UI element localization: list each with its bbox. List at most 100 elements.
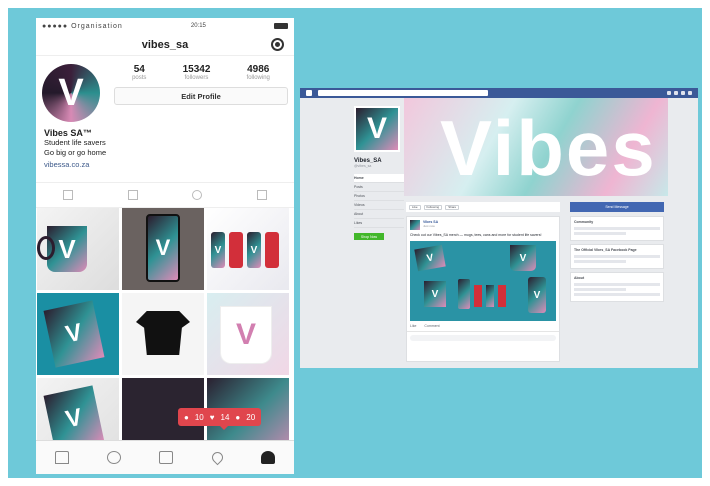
follower-count: 20 [246,412,256,422]
post-actions: Like Comment [407,321,559,332]
tile-letter: V [519,252,527,264]
product-image: V [424,281,446,307]
tile-letter: V [155,235,171,260]
box-title: Community [574,220,594,224]
search-icon[interactable] [107,451,122,464]
can-image: V [211,232,225,268]
product-image: V [414,244,446,272]
messages-icon[interactable] [674,91,678,95]
comment-count: 10 [194,412,204,422]
bio-line: Student life savers [44,138,106,147]
mockup-canvas: ●●●●● Organisation 20:15 vibes_sa V 54 p… [8,8,702,478]
grid-photo-tshirt[interactable] [122,293,204,375]
product-image [458,279,470,309]
placeholder-line [574,260,626,263]
sidebar-item-about[interactable]: About [354,210,404,219]
instagram-phone-screen: ●●●●● Organisation 20:15 vibes_sa V 54 p… [36,18,294,474]
grid-photo-mug[interactable]: V [37,208,119,290]
edit-profile-button[interactable]: Edit Profile [114,87,288,105]
home-icon[interactable] [55,451,70,464]
cover-title: Vibes [440,104,657,192]
can-image: V [247,232,261,268]
list-view-icon[interactable] [127,190,138,200]
status-bar: ●●●●● Organisation 20:15 [36,18,294,34]
sidebar-item-photos[interactable]: Photos [354,192,404,201]
facebook-logo-icon[interactable] [306,90,312,96]
page-profile-picture[interactable]: V [354,106,400,152]
post-header: Vibes SA Just now [407,217,559,233]
product-image [498,285,506,307]
friend-requests-icon[interactable] [667,91,671,95]
share-button[interactable]: Share [445,204,460,210]
tile-letter: V [235,318,256,351]
search-input[interactable] [318,90,488,96]
gear-icon[interactable] [271,38,284,51]
page-sidebar: Vibes_SA @vibes_sa Home Posts Photos Vid… [354,158,404,240]
sidebar-item-posts[interactable]: Posts [354,183,404,192]
post-avatar[interactable] [410,220,420,230]
logo-mark: V [356,108,398,150]
sidebar-item-likes[interactable]: Likes [354,219,404,228]
placeholder-line [574,227,660,230]
profile-summary: V 54 posts 15342 followers 4986 followin… [36,56,294,122]
box-title: The Official Vibes_SA Facebook Page [574,248,637,252]
bottom-navigation [36,440,294,474]
grid-view-icon[interactable] [63,190,74,200]
stats-area: 54 posts 15342 followers 4986 following … [100,64,288,122]
page-action-bar: Like Following Share [406,202,560,212]
avatar-letter: V [58,71,84,114]
battery-icon [273,23,288,29]
profile-username: vibes_sa [141,38,189,51]
shop-now-button[interactable]: Shop Now [354,233,384,240]
box-title: About [574,276,585,280]
post-like-button[interactable]: Like [410,324,416,328]
location-icon[interactable] [192,190,203,200]
comment-input[interactable] [410,335,556,341]
tile-letter: V [214,244,222,256]
heart-icon[interactable] [209,449,225,466]
sidebar-item-home[interactable]: Home [354,174,404,183]
placeholder-line [574,288,626,291]
tile-letter: V [63,318,85,349]
bio-website-link[interactable]: vibessa.co.za [44,160,286,170]
stat-posts[interactable]: 54 posts [132,64,146,81]
top-bar-icons [667,91,692,95]
tagged-icon[interactable] [256,190,267,200]
grid-photo-cup[interactable]: V [207,293,289,375]
stat-followers[interactable]: 15342 followers [183,64,211,81]
send-message-button[interactable]: Send Message [570,202,664,212]
avatar[interactable]: V [42,64,100,122]
grid-photo-cans[interactable]: V V [207,208,289,290]
sidebar-item-videos[interactable]: Videos [354,201,404,210]
like-count: 14 [220,412,230,422]
official-page-box: The Official Vibes_SA Facebook Page [570,244,664,269]
stat-label: posts [132,75,147,81]
camera-icon[interactable] [159,451,174,464]
help-icon[interactable] [688,91,692,95]
activity-notification-badge[interactable]: ● 10 ♥ 14 ● 20 [178,408,262,430]
bio-line: Go big or go home [44,148,107,157]
placeholder-line [574,255,660,258]
post-timestamp: Just now [423,224,435,228]
facebook-top-bar [300,88,698,98]
product-image: V [528,277,546,313]
placeholder-line [574,293,660,296]
cover-photo[interactable]: Vibes [404,98,668,196]
post-image[interactable]: V V V V [410,241,556,321]
grid-photo-card[interactable]: V [37,293,119,375]
page-right-column: Community The Official Vibes_SA Facebook… [570,216,664,305]
notifications-icon[interactable] [681,91,685,95]
profile-icon[interactable] [260,451,275,464]
phone-image: V [146,214,180,282]
like-button[interactable]: Like [409,204,421,210]
bio-name: Vibes SA™ [44,128,92,138]
card-image: V [43,300,105,368]
tile-letter: V [250,244,258,256]
post-comment-button[interactable]: Comment [424,324,439,328]
stat-following[interactable]: 4986 following [247,64,270,81]
grid-photo-phone[interactable]: V [122,208,204,290]
stat-value: 54 [133,64,145,75]
community-box: Community [570,216,664,241]
following-button[interactable]: Following [423,204,443,210]
profile-bio: Vibes SA™ Student life savers Go big or … [36,122,294,176]
